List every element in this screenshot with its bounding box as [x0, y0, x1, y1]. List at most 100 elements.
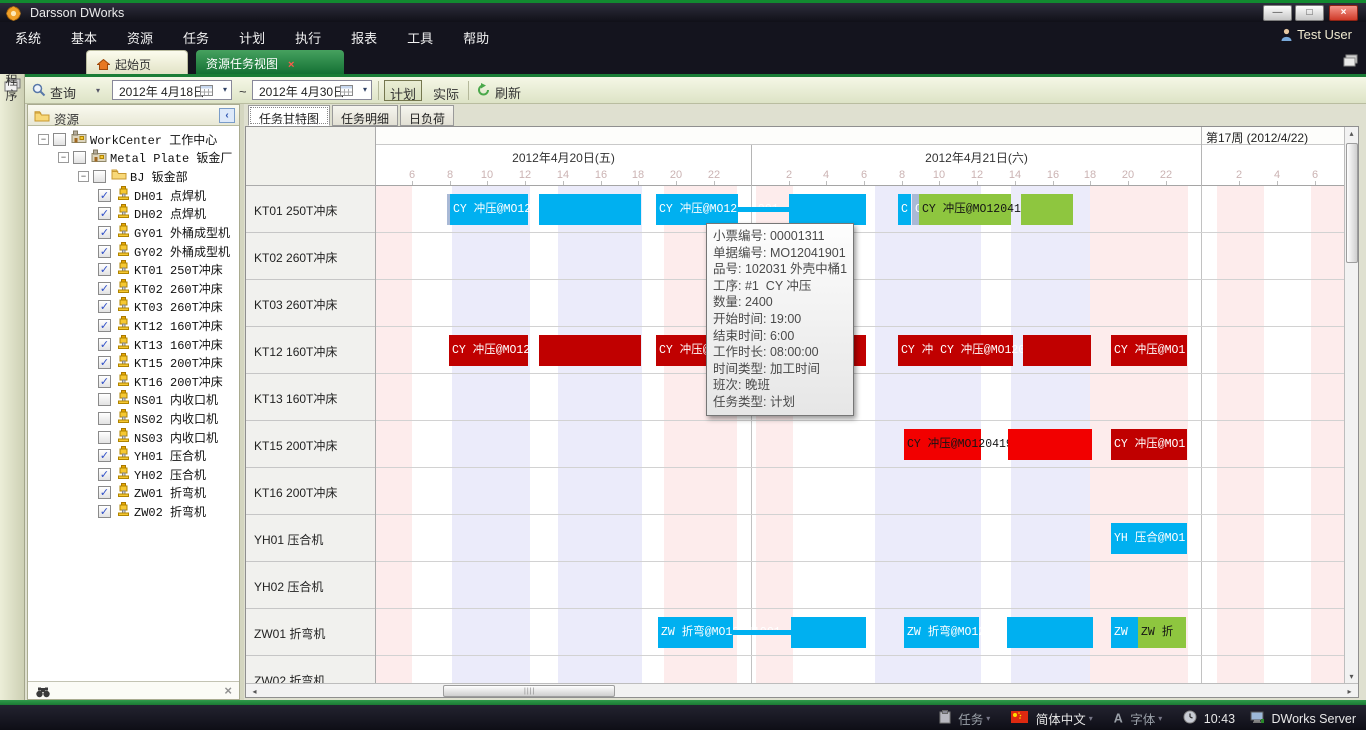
task-bar[interactable]: CY 冲压@MO12041903 [904, 429, 981, 460]
task-bar[interactable] [791, 617, 866, 648]
task-bar[interactable]: ZW 折弯@MO12041901 [904, 617, 979, 648]
chevron-down-icon[interactable]: ▾ [1158, 714, 1162, 723]
task-bar[interactable] [539, 335, 641, 366]
menu-item-6[interactable]: 报表 [336, 22, 392, 47]
status-task[interactable]: 任务 [958, 713, 983, 727]
tree-item-WorkCenter[interactable]: −WorkCenter 工作中心 [28, 130, 239, 149]
task-bar[interactable]: C [898, 194, 911, 225]
tree-checkbox[interactable]: ✓ [98, 226, 111, 239]
plan-toggle-button[interactable]: 计划 [384, 80, 422, 101]
tree-checkbox[interactable] [98, 431, 111, 444]
tree-checkbox[interactable]: ✓ [98, 319, 111, 332]
menu-item-2[interactable]: 资源 [112, 22, 168, 47]
tab-home[interactable]: 起始页 [86, 50, 188, 74]
task-bar[interactable] [1021, 194, 1073, 225]
tree-item-KT01[interactable]: ✓KT01 250T冲床 [28, 260, 239, 279]
tab-gantt-chart[interactable]: 任务甘特图 [248, 105, 330, 126]
menu-item-8[interactable]: 帮助 [448, 22, 504, 47]
tree-checkbox[interactable] [98, 393, 111, 406]
task-bar[interactable]: CY 冲压@MO12041902 [919, 194, 1011, 225]
scroll-down-icon[interactable]: ▾ [1345, 672, 1358, 681]
minimize-button[interactable]: — [1263, 5, 1292, 21]
task-bar[interactable]: CY 冲 CY 冲压@MO12041904 [898, 335, 1013, 366]
tree-checkbox[interactable]: ✓ [98, 263, 111, 276]
task-bar[interactable]: CY 冲压@MO1 [1111, 429, 1187, 460]
task-bar[interactable]: ZW [1111, 617, 1138, 648]
user-indicator[interactable]: Test User [1280, 27, 1352, 44]
tree-item-Metal[interactable]: −Metal Plate 钣金厂 [28, 149, 239, 168]
restore-button[interactable]: □ [1295, 5, 1324, 21]
tree-expander-icon[interactable]: − [78, 171, 89, 182]
tree-checkbox[interactable] [93, 170, 106, 183]
tree-item-KT02[interactable]: ✓KT02 260T冲床 [28, 279, 239, 298]
tree-checkbox[interactable]: ✓ [98, 282, 111, 295]
menu-item-4[interactable]: 计划 [224, 22, 280, 47]
tree-checkbox[interactable]: ✓ [98, 356, 111, 369]
panel-splitter[interactable] [240, 104, 244, 700]
menu-item-0[interactable]: 系统 [0, 22, 56, 47]
date-to-dropdown-icon[interactable]: ▾ [363, 85, 367, 94]
tree-item-DH01[interactable]: ✓DH01 点焊机 [28, 186, 239, 205]
date-from-field[interactable]: 2012年 4月18日▾ [112, 80, 232, 100]
menu-item-1[interactable]: 基本 [56, 22, 112, 47]
query-dropdown-icon[interactable]: ▾ [96, 86, 100, 95]
refresh-button[interactable]: 刷新 [495, 83, 521, 102]
tree-checkbox[interactable]: ✓ [98, 338, 111, 351]
tree-checkbox[interactable]: ✓ [98, 375, 111, 388]
task-bar[interactable]: YH 压合@MO1 [1111, 523, 1187, 554]
tree-item-ZW02[interactable]: ✓ZW02 折弯机 [28, 502, 239, 521]
query-button[interactable]: 查询 [50, 83, 76, 102]
tree-item-YH01[interactable]: ✓YH01 压合机 [28, 446, 239, 465]
status-font[interactable]: 字体 [1130, 713, 1155, 727]
tree-item-NS03[interactable]: NS03 内收口机 [28, 428, 239, 447]
menu-item-5[interactable]: 执行 [280, 22, 336, 47]
tree-checkbox[interactable] [73, 151, 86, 164]
task-bar[interactable] [733, 630, 791, 635]
scroll-up-icon[interactable]: ▴ [1345, 129, 1358, 138]
tree-checkbox[interactable] [98, 412, 111, 425]
tree-item-ZW01[interactable]: ✓ZW01 折弯机 [28, 483, 239, 502]
task-bar[interactable]: CY 冲压@MO12041901 [656, 194, 738, 225]
tree-item-KT12[interactable]: ✓KT12 160T冲床 [28, 316, 239, 335]
tree-item-GY02[interactable]: ✓GY02 外桶成型机 [28, 242, 239, 261]
panel-close-icon[interactable]: × [224, 683, 232, 698]
chevron-down-icon[interactable]: ▾ [986, 714, 990, 723]
vertical-scrollbar[interactable]: ▴ ▾ [1344, 127, 1358, 683]
task-bar[interactable] [1023, 335, 1091, 366]
task-bar[interactable] [539, 194, 641, 225]
tree-checkbox[interactable]: ✓ [98, 468, 111, 481]
scroll-right-icon[interactable]: ▸ [1343, 687, 1356, 696]
vertical-scroll-thumb[interactable] [1346, 143, 1358, 263]
tree-checkbox[interactable] [53, 133, 66, 146]
horizontal-scroll-thumb[interactable]: |||| [443, 685, 615, 697]
task-bar[interactable] [1007, 617, 1093, 648]
tree-item-KT16[interactable]: ✓KT16 200T冲床 [28, 372, 239, 391]
tab-daily-load[interactable]: 日负荷 [400, 105, 454, 126]
tree-item-BJ[interactable]: −BJ 钣金部 [28, 167, 239, 186]
task-bar[interactable]: ZW 折 [1138, 617, 1186, 648]
panel-collapse-button[interactable]: ‹ [219, 108, 235, 123]
task-bar[interactable]: CY 冲压@MO12041901 [450, 194, 528, 225]
tree-checkbox[interactable]: ✓ [98, 505, 111, 518]
tree-item-DH02[interactable]: ✓DH02 点焊机 [28, 204, 239, 223]
task-bar[interactable]: CY 冲压@MO1 [1111, 335, 1187, 366]
date-to-field[interactable]: 2012年 4月30日▾ [252, 80, 372, 100]
tree-checkbox[interactable]: ✓ [98, 486, 111, 499]
tab-task-detail[interactable]: 任务明细 [332, 105, 398, 126]
menu-item-7[interactable]: 工具 [392, 22, 448, 47]
tree-item-KT13[interactable]: ✓KT13 160T冲床 [28, 335, 239, 354]
dock-tab-program[interactable]: 程序 [3, 74, 20, 104]
close-button[interactable]: × [1329, 5, 1358, 21]
tree-checkbox[interactable]: ✓ [98, 449, 111, 462]
actual-toggle-button[interactable]: 实际 [427, 80, 465, 101]
window-stack-icon[interactable] [1343, 54, 1358, 72]
tab-close-icon[interactable]: × [288, 59, 294, 71]
tree-expander-icon[interactable]: − [38, 134, 49, 145]
task-bar[interactable]: ZW 折弯@MO12041901 [658, 617, 733, 648]
status-language[interactable]: 简体中文 [1036, 713, 1086, 727]
tree-item-KT15[interactable]: ✓KT15 200T冲床 [28, 353, 239, 372]
tree-item-KT03[interactable]: ✓KT03 260T冲床 [28, 297, 239, 316]
scroll-left-icon[interactable]: ◂ [248, 687, 261, 696]
tree-item-YH02[interactable]: ✓YH02 压合机 [28, 465, 239, 484]
task-bar[interactable]: CY 冲压@MO12041904 [449, 335, 528, 366]
